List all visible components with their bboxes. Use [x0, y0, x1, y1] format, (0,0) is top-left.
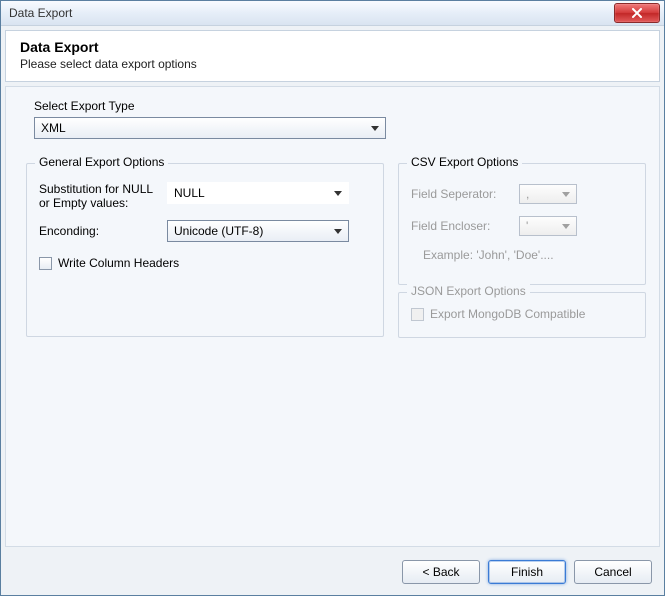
chevron-down-icon [330, 183, 346, 203]
json-mongo-checkbox [411, 308, 424, 321]
chevron-down-icon [329, 222, 347, 240]
chevron-down-icon [366, 119, 384, 137]
csv-options-group: CSV Export Options Field Seperator: , Fi… [398, 163, 646, 285]
csv-options-legend: CSV Export Options [407, 155, 522, 169]
cancel-button[interactable]: Cancel [574, 560, 652, 584]
csv-encloser-label: Field Encloser: [411, 219, 511, 233]
close-button[interactable] [614, 3, 660, 23]
json-mongo-label: Export MongoDB Compatible [430, 307, 585, 321]
back-button[interactable]: < Back [402, 560, 480, 584]
null-substitution-value: NULL [174, 186, 205, 200]
export-type-select[interactable]: XML [34, 117, 386, 139]
json-mongo-row: Export MongoDB Compatible [411, 307, 585, 321]
chevron-down-icon [557, 218, 575, 234]
chevron-down-icon [557, 186, 575, 202]
footer: < Back Finish Cancel [5, 551, 660, 593]
export-type-value: XML [41, 121, 66, 135]
csv-separator-label: Field Seperator: [411, 187, 511, 201]
general-options-legend: General Export Options [35, 155, 168, 169]
csv-separator-select: , [519, 184, 577, 204]
header-panel: Data Export Please select data export op… [5, 30, 660, 82]
general-options-group: General Export Options Substitution for … [26, 163, 384, 337]
csv-example-text: Example: 'John', 'Doe'.... [423, 248, 554, 262]
content-area: Select Export Type XML General Export Op… [5, 86, 660, 547]
encoding-select[interactable]: Unicode (UTF-8) [167, 220, 349, 242]
csv-separator-value: , [526, 187, 529, 201]
titlebar: Data Export [1, 1, 664, 26]
finish-button[interactable]: Finish [488, 560, 566, 584]
json-options-group: JSON Export Options Export MongoDB Compa… [398, 292, 646, 338]
dialog-window: Data Export Data Export Please select da… [0, 0, 665, 596]
csv-encloser-value: ' [526, 219, 528, 233]
null-substitution-label: Substitution for NULL or Empty values: [39, 182, 159, 210]
encoding-value: Unicode (UTF-8) [174, 224, 263, 238]
write-headers-row: Write Column Headers [39, 256, 179, 270]
json-options-legend: JSON Export Options [407, 284, 530, 298]
close-icon [632, 8, 642, 18]
write-headers-checkbox[interactable] [39, 257, 52, 270]
export-type-label: Select Export Type [34, 99, 135, 113]
csv-separator-row: Field Seperator: , [411, 184, 577, 204]
null-substitution-select[interactable]: NULL [167, 182, 349, 204]
csv-encloser-row: Field Encloser: ' [411, 216, 577, 236]
csv-encloser-select: ' [519, 216, 577, 236]
write-headers-label: Write Column Headers [58, 256, 179, 270]
page-subtitle: Please select data export options [20, 57, 645, 71]
window-title: Data Export [9, 6, 72, 20]
encoding-label: Enconding: [39, 224, 99, 238]
page-title: Data Export [20, 39, 645, 55]
